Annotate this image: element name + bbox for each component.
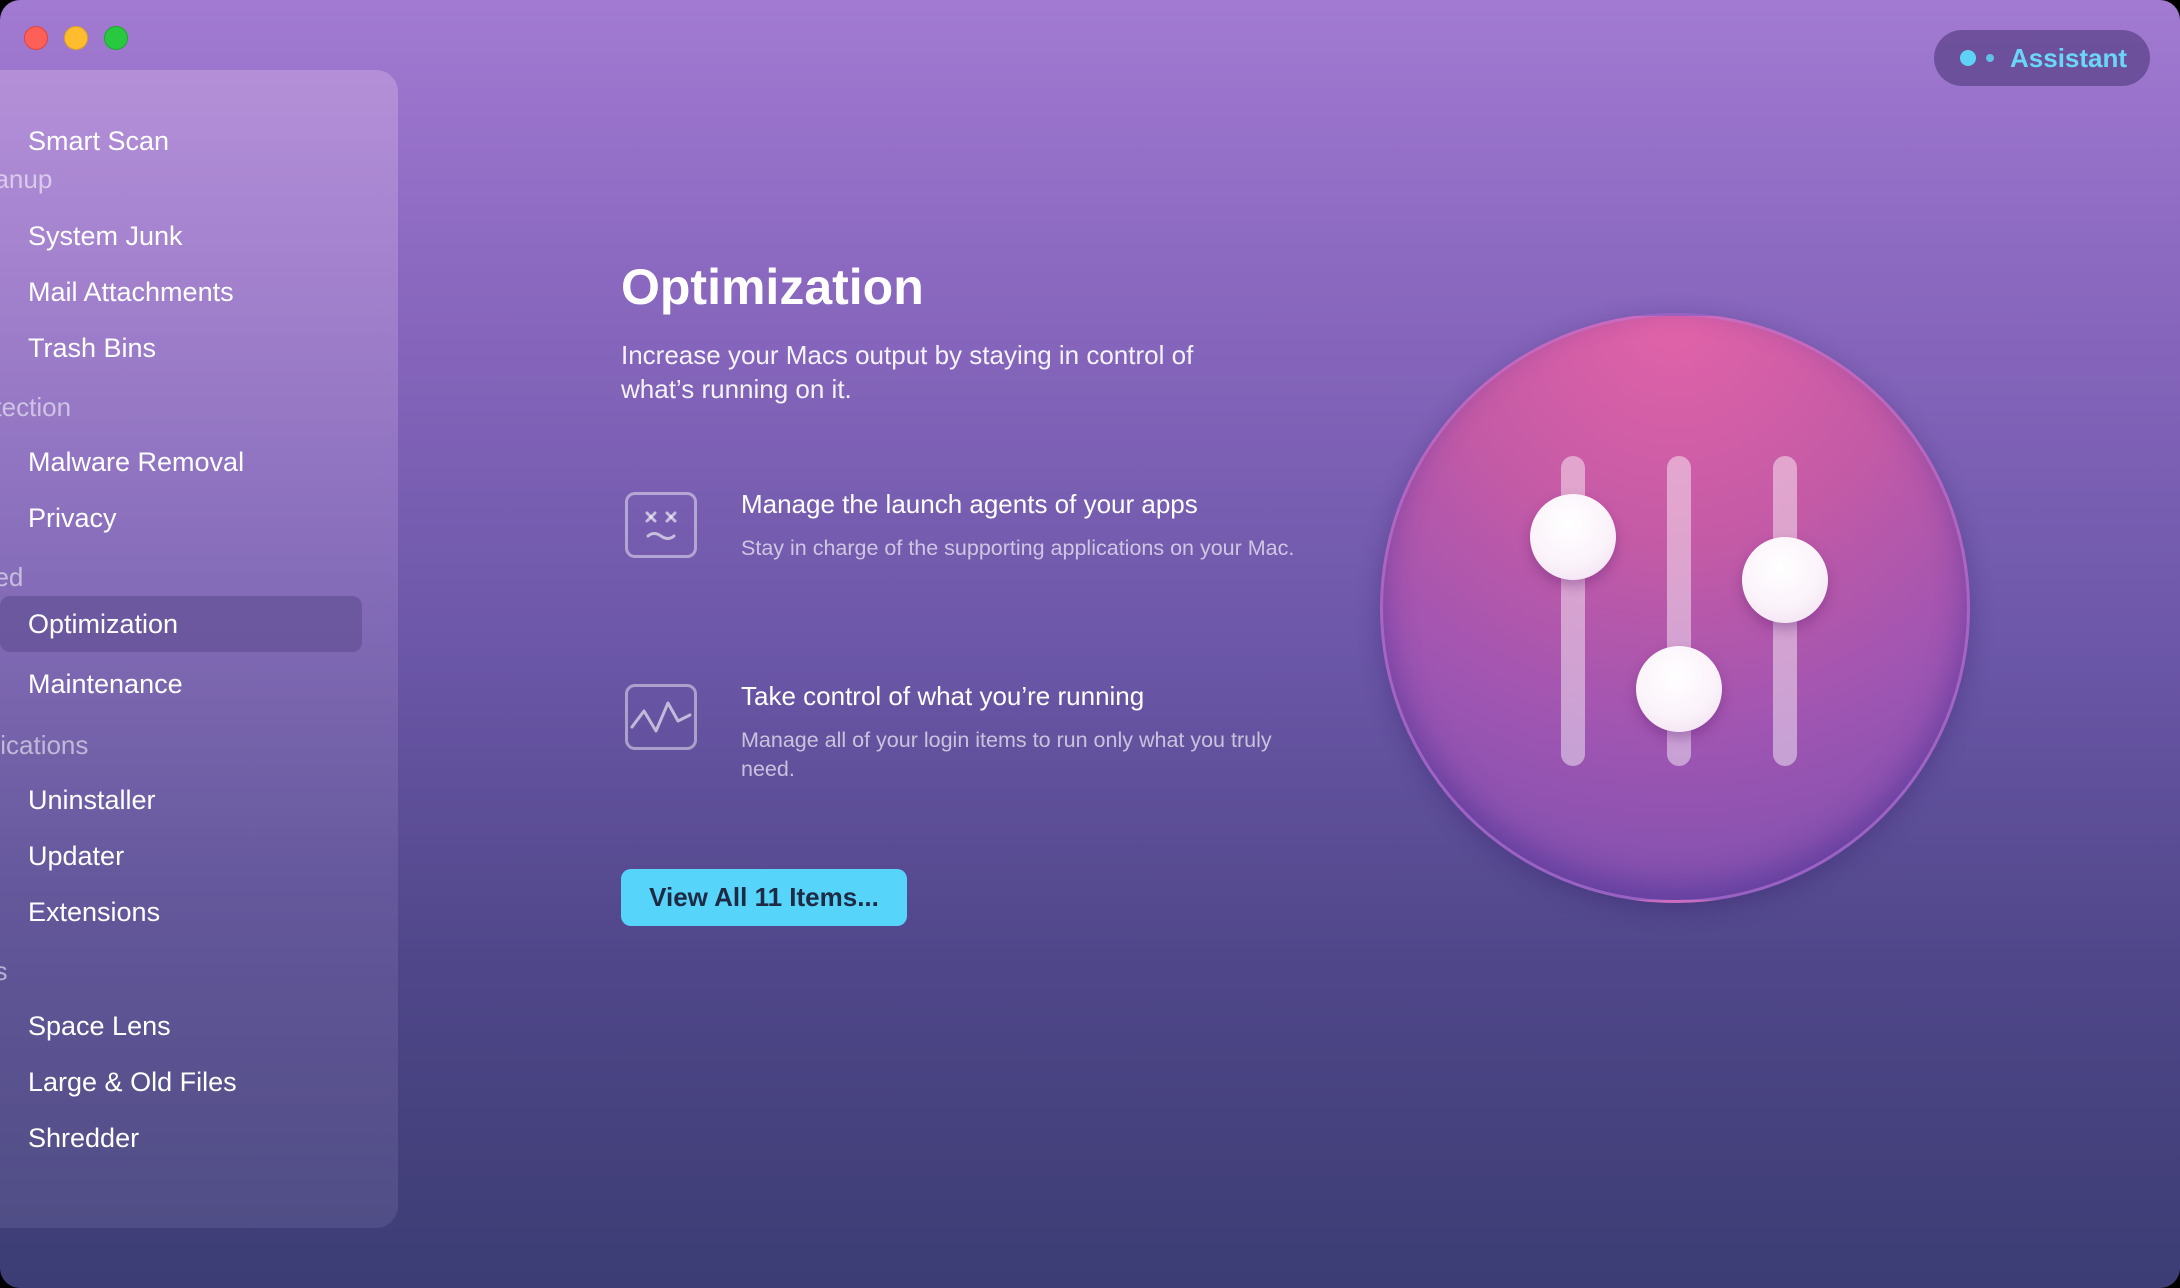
waveform-icon <box>625 684 697 750</box>
slider-knob-2 <box>1636 645 1722 732</box>
sidebar-item-privacy[interactable]: Privacy <box>0 492 362 544</box>
sidebar-item-mail-attachments[interactable]: Mail Attachments <box>0 266 362 318</box>
view-all-items-button[interactable]: View All 11 Items... <box>621 869 907 926</box>
sidebar-section-cleanup: eanup <box>0 164 53 194</box>
sidebar-item-label: Maintenance <box>28 668 183 699</box>
feature-title-control-running: Take control of what you’re running <box>741 681 1145 711</box>
smart-scan-icon <box>0 127 8 155</box>
sidebar-item-maintenance[interactable]: Maintenance <box>0 658 362 710</box>
sidebar-item-label: Mail Attachments <box>28 276 234 307</box>
sidebar-section-speed: eed <box>0 562 24 592</box>
assistant-button[interactable]: Assistant <box>1934 30 2150 86</box>
sidebar-section-files: es <box>0 956 8 986</box>
trash-bins-icon <box>0 334 8 362</box>
sidebar-item-updater[interactable]: Updater <box>0 830 362 882</box>
page-subtitle: Increase your Macs output by staying in … <box>621 340 1194 404</box>
sidebar-item-label: Shredder <box>28 1122 140 1153</box>
shredder-icon <box>0 1124 8 1152</box>
sidebar: Smart Scan eanup System Junk Mail Attach… <box>0 70 398 1228</box>
space-lens-icon <box>0 1012 8 1040</box>
large-old-files-icon <box>0 1068 8 1096</box>
sidebar-item-shredder[interactable]: Shredder <box>0 1112 362 1164</box>
privacy-icon <box>0 504 8 532</box>
sidebar-item-label: Uninstaller <box>28 784 156 815</box>
sidebar-item-extensions[interactable]: Extensions <box>0 886 362 938</box>
sidebar-item-smart-scan[interactable]: Smart Scan <box>0 115 362 167</box>
assistant-label: Assistant <box>2010 42 2128 73</box>
sidebar-item-label: Space Lens <box>28 1010 171 1041</box>
sidebar-item-optimization[interactable]: Optimization <box>0 596 362 652</box>
sidebar-item-malware-removal[interactable]: Malware Removal <box>0 436 362 488</box>
feature-description-launch-agents: Stay in charge of the supporting applica… <box>741 536 1295 560</box>
sidebar-item-system-junk[interactable]: System Junk <box>0 210 362 262</box>
app-window: Assistant Smart Scan eanup System Junk M… <box>0 0 2180 1288</box>
sliders-icon <box>1380 313 1970 903</box>
page-title: Optimization <box>621 259 924 315</box>
sidebar-item-label: Malware Removal <box>28 446 245 477</box>
sidebar-item-uninstaller[interactable]: Uninstaller <box>0 774 362 826</box>
sidebar-section-protection: otection <box>0 392 72 422</box>
system-junk-icon <box>0 222 8 250</box>
uninstaller-icon <box>0 786 8 814</box>
sidebar-item-label: System Junk <box>28 220 183 251</box>
sidebar-item-label: Optimization <box>28 608 179 639</box>
zoom-window-button[interactable] <box>104 26 128 50</box>
updater-icon <box>0 842 8 870</box>
sidebar-item-label: Privacy <box>28 502 117 533</box>
minimize-window-button[interactable] <box>64 26 88 50</box>
optimization-icon <box>0 610 8 638</box>
feature-title-launch-agents: Manage the launch agents of your apps <box>741 489 1198 519</box>
slider-knob-3 <box>1742 537 1828 623</box>
dizzy-face-icon <box>625 492 697 558</box>
sidebar-item-label: Smart Scan <box>28 125 170 156</box>
slider-knob-1 <box>1530 493 1616 580</box>
sidebar-item-label: Updater <box>28 840 125 871</box>
feature-description-control-running: Manage all of your login items to run on… <box>741 728 1272 781</box>
sidebar-item-label: Large & Old Files <box>28 1066 237 1097</box>
sidebar-section-applications: plications <box>0 730 89 760</box>
assistant-dot-small-icon <box>1986 54 1994 62</box>
sidebar-item-label: Extensions <box>28 896 161 927</box>
extensions-icon <box>0 898 8 926</box>
window-controls <box>24 26 128 50</box>
assistant-dot-icon <box>1960 50 1976 66</box>
mail-attachments-icon <box>0 278 8 306</box>
malware-removal-icon <box>0 448 8 476</box>
close-window-button[interactable] <box>24 26 48 50</box>
sidebar-item-label: Trash Bins <box>28 332 157 363</box>
sidebar-item-trash-bins[interactable]: Trash Bins <box>0 322 362 374</box>
sidebar-item-space-lens[interactable]: Space Lens <box>0 1000 362 1052</box>
maintenance-icon <box>0 670 8 698</box>
sidebar-item-large-old-files[interactable]: Large & Old Files <box>0 1056 362 1108</box>
